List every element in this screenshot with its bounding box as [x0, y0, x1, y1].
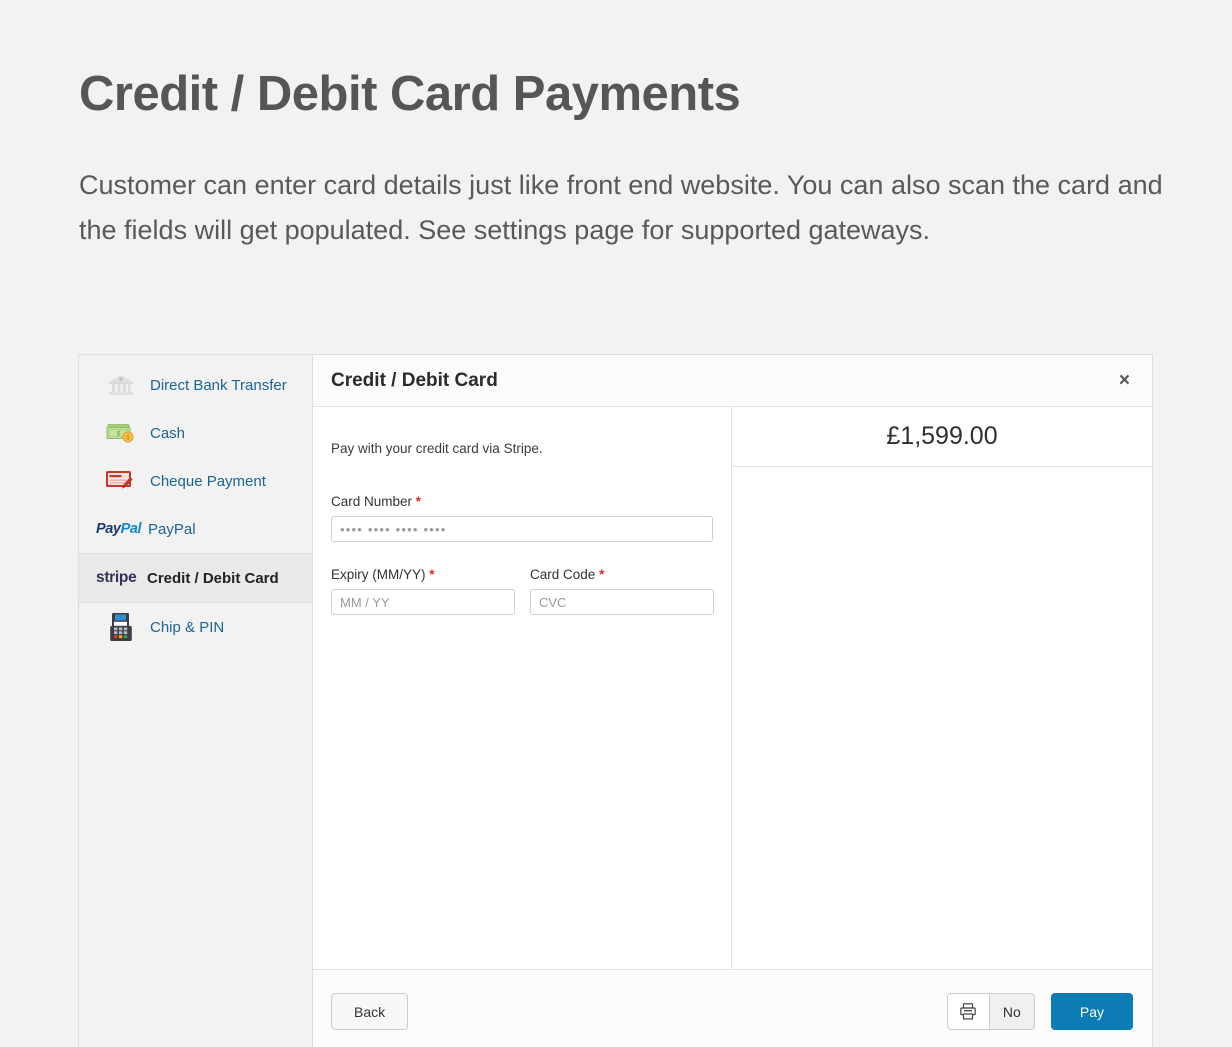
- card-form: Pay with your credit card via Stripe. Ca…: [313, 407, 732, 969]
- expiry-label-text: Expiry (MM/YY): [331, 567, 426, 582]
- close-icon[interactable]: ×: [1116, 367, 1133, 394]
- card-terminal-icon: [100, 612, 142, 642]
- card-code-field-group: Card Code *: [530, 567, 714, 615]
- card-number-label-text: Card Number: [331, 494, 413, 509]
- sidebar-item-label: Credit / Debit Card: [147, 569, 279, 587]
- cheque-icon: [100, 469, 142, 493]
- order-summary-column: £1,599.00: [732, 407, 1152, 969]
- pane-header: Credit / Debit Card ×: [313, 355, 1152, 407]
- card-code-label: Card Code *: [530, 567, 714, 582]
- payment-methods-sidebar: Direct Bank Transfer $ $ Cash Cheque Pay…: [78, 354, 313, 1047]
- stripe-logo-text: stripe: [96, 569, 137, 586]
- stripe-logo: stripe: [96, 569, 142, 587]
- bank-icon: [100, 373, 142, 397]
- paypal-logo-part2: Pal: [120, 520, 142, 537]
- expiry-input[interactable]: [331, 589, 515, 615]
- required-asterisk: *: [429, 567, 435, 582]
- page-title: Credit / Debit Card Payments: [79, 67, 741, 121]
- paypal-logo-part1: Pay: [96, 520, 121, 537]
- page-description: Customer can enter card details just lik…: [79, 170, 1163, 245]
- sidebar-item-cash[interactable]: $ $ Cash: [79, 409, 312, 457]
- sidebar-item-chip-and-pin[interactable]: Chip & PIN: [79, 603, 312, 651]
- svg-text:$: $: [126, 435, 130, 442]
- required-asterisk: *: [599, 567, 605, 582]
- expiry-cvc-row: Expiry (MM/YY) * Card Code *: [331, 567, 714, 615]
- required-asterisk: *: [415, 494, 422, 509]
- sidebar-item-cheque-payment[interactable]: Cheque Payment: [79, 457, 312, 505]
- print-toggle-label[interactable]: No: [988, 993, 1035, 1030]
- pane-body: Pay with your credit card via Stripe. Ca…: [313, 407, 1152, 969]
- payment-pane: Credit / Debit Card × Pay with your cred…: [313, 354, 1153, 1047]
- sidebar-item-label: Cheque Payment: [150, 472, 266, 490]
- summary-items-area: [732, 467, 1152, 969]
- sidebar-item-direct-bank-transfer[interactable]: Direct Bank Transfer: [79, 361, 312, 409]
- expiry-field-group: Expiry (MM/YY) *: [331, 567, 515, 615]
- sidebar-item-paypal[interactable]: PayPal PayPal: [79, 505, 312, 553]
- sidebar-item-label: Direct Bank Transfer: [150, 376, 287, 394]
- pane-title: Credit / Debit Card: [331, 369, 498, 391]
- card-code-label-text: Card Code: [530, 567, 596, 582]
- paypal-logo: PayPal: [96, 522, 144, 537]
- pane-footer: Back No Pay: [313, 969, 1152, 1047]
- expiry-label: Expiry (MM/YY) *: [331, 567, 515, 582]
- card-number-input[interactable]: [331, 516, 713, 542]
- sidebar-item-label: Chip & PIN: [150, 618, 225, 636]
- card-code-input[interactable]: [530, 589, 714, 615]
- printer-icon[interactable]: [946, 993, 989, 1030]
- payment-modal: Direct Bank Transfer $ $ Cash Cheque Pay…: [78, 354, 1153, 1047]
- sidebar-item-label: PayPal: [148, 520, 196, 538]
- page-root: Credit / Debit Card Payments Customer ca…: [0, 0, 1232, 1047]
- back-button[interactable]: Back: [331, 993, 409, 1030]
- cash-icon: $ $: [100, 422, 142, 444]
- total-amount: £1,599.00: [732, 407, 1152, 467]
- svg-text:$: $: [117, 430, 121, 437]
- sidebar-item-credit-debit-card[interactable]: stripe Credit / Debit Card: [79, 553, 312, 603]
- pay-button[interactable]: Pay: [1050, 993, 1133, 1030]
- card-number-label: Card Number *: [331, 494, 713, 509]
- form-intro-text: Pay with your credit card via Stripe.: [331, 441, 543, 456]
- print-receipt-toggle[interactable]: No: [946, 993, 1035, 1030]
- sidebar-item-label: Cash: [150, 424, 186, 442]
